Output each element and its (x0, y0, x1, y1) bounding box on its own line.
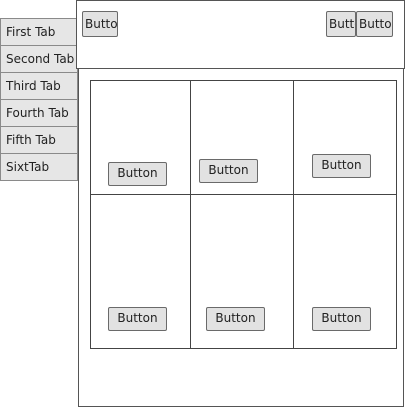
tab-sixth[interactable]: SixtTab (0, 153, 78, 181)
tab-third[interactable]: Third Tab (0, 72, 78, 100)
toolbar-left-button[interactable]: Button (82, 11, 118, 37)
tab-fourth[interactable]: Fourth Tab (0, 99, 78, 127)
toolbar-right-button-1[interactable]: Button (326, 11, 356, 37)
cell-4-button[interactable]: Button (108, 307, 167, 331)
cell-6-button[interactable]: Button (312, 307, 371, 331)
tab-list: First Tab Second Tab Third Tab Fourth Ta… (0, 18, 78, 181)
toolbar-right-button-2[interactable]: Button (356, 11, 393, 37)
cell-3-button[interactable]: Button (312, 154, 371, 178)
tab-second[interactable]: Second Tab (0, 45, 78, 73)
tab-first[interactable]: First Tab (0, 18, 78, 46)
cell-1-button[interactable]: Button (108, 162, 167, 186)
tab-fifth[interactable]: Fifth Tab (0, 126, 78, 154)
cell-5-button[interactable]: Button (206, 307, 265, 331)
cell-2-button[interactable]: Button (199, 159, 258, 183)
